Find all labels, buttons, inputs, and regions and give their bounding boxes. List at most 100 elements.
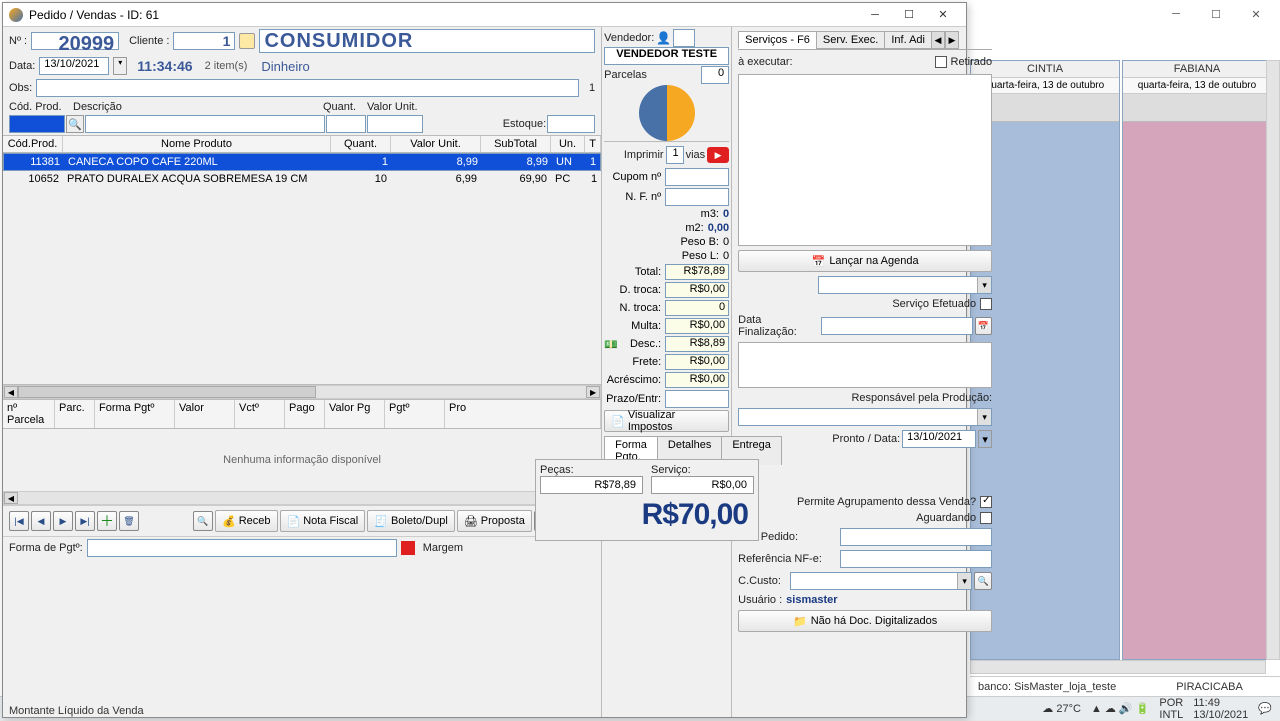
- svc-select-1[interactable]: ▾: [818, 276, 992, 294]
- vendedor-icon[interactable]: 👤: [656, 31, 671, 45]
- close-button[interactable]: ✕: [926, 4, 960, 26]
- aguard-checkbox[interactable]: [980, 512, 992, 524]
- tabs-right-arrow[interactable]: ▶: [945, 31, 959, 49]
- grid-hscroll[interactable]: ◀▶: [3, 385, 601, 399]
- product-grid-body[interactable]: 11381CANECA COPO CAFE 220ML18,998,99UN11…: [3, 153, 601, 385]
- person-icon[interactable]: [239, 33, 255, 49]
- ccusto-select[interactable]: ▾: [790, 572, 972, 590]
- tab-servicos[interactable]: Serviços - F6: [738, 31, 817, 49]
- search-valor-label: Valor Unit.: [367, 101, 418, 113]
- vias-field[interactable]: 1: [666, 146, 684, 164]
- agenda-vscroll[interactable]: [1266, 60, 1280, 660]
- numero-field[interactable]: 20999: [31, 32, 119, 50]
- nav-first-button[interactable]: |◀: [9, 511, 29, 531]
- minimize-button[interactable]: ─: [858, 4, 892, 26]
- boleto-button[interactable]: 🧾Boleto/Dupl: [367, 510, 455, 532]
- data-field[interactable]: 13/10/2021: [39, 57, 109, 75]
- tabs-left-arrow[interactable]: ◀: [931, 31, 945, 49]
- bg-minimize-button[interactable]: ─: [1156, 2, 1196, 26]
- tab-inf-adi[interactable]: Inf. Adi: [884, 31, 932, 49]
- cliente-id-field[interactable]: 1: [173, 32, 235, 50]
- add-button[interactable]: ＋: [97, 511, 117, 531]
- cupom-label: Cupom nº: [604, 171, 661, 183]
- search-valor-input[interactable]: [367, 115, 423, 133]
- permite-checkbox[interactable]: [980, 496, 992, 508]
- bg-maximize-button[interactable]: ☐: [1196, 2, 1236, 26]
- maximize-button[interactable]: ☐: [892, 4, 926, 26]
- notif-icon[interactable]: 💬: [1258, 702, 1272, 715]
- receb-button[interactable]: 💰Receb: [215, 510, 278, 532]
- app-icon: [9, 8, 23, 22]
- delete-button[interactable]: 🗑: [119, 511, 139, 531]
- search-desc-label: Descrição: [73, 101, 323, 113]
- cupom-field[interactable]: [665, 168, 729, 186]
- executar-list[interactable]: [738, 74, 992, 246]
- clock[interactable]: 11:4913/10/2021: [1193, 697, 1248, 721]
- obs-label: Obs:: [9, 82, 32, 94]
- resp-select[interactable]: ▾: [738, 408, 992, 426]
- status-banco: banco: SisMaster_loja_teste: [978, 681, 1116, 693]
- table-row[interactable]: 11381CANECA COPO CAFE 220ML18,998,99UN1: [3, 153, 601, 171]
- estoque-label: Estoque:: [503, 118, 546, 130]
- refnfe-field[interactable]: [840, 550, 992, 568]
- money-icon[interactable]: 💵: [604, 338, 618, 351]
- resp-label: Responsável pela Produção:: [851, 392, 992, 404]
- parcelas-field[interactable]: 0: [701, 66, 729, 84]
- nav-last-button[interactable]: ▶|: [75, 511, 95, 531]
- agenda-hscroll[interactable]: [970, 660, 1266, 674]
- desc-value[interactable]: R$8,89: [665, 336, 729, 352]
- prazo-field[interactable]: [665, 390, 729, 408]
- pronto-dropdown-icon[interactable]: ▾: [978, 430, 992, 448]
- forma-pgto-field[interactable]: [87, 539, 397, 557]
- gh-t: T: [585, 136, 601, 152]
- agenda-head-fabiana: FABIANA: [1123, 61, 1271, 78]
- estoque-field[interactable]: [547, 115, 595, 133]
- margem-indicator: [401, 541, 415, 555]
- data-label: Data:: [9, 60, 35, 72]
- obs-field[interactable]: [36, 79, 579, 97]
- search-desc-input[interactable]: [85, 115, 325, 133]
- date-dropdown-icon[interactable]: ▾: [113, 57, 127, 75]
- pronto-label: Pronto / Data:: [832, 433, 900, 445]
- print-button[interactable]: ▶: [707, 147, 729, 163]
- lancar-agenda-button[interactable]: 📅Lançar na Agenda: [738, 250, 992, 272]
- efetuado-checkbox[interactable]: [980, 298, 992, 310]
- pedido-vendas-window: Pedido / Vendas - ID: 61 ─ ☐ ✕ Nº : 2099…: [2, 2, 967, 718]
- table-row[interactable]: 10652PRATO DURALEX ACQUA SOBREMESA 19 CM…: [3, 171, 601, 187]
- gh-cod: Cód.Prod.: [3, 136, 63, 152]
- calendar-icon[interactable]: 📅: [975, 317, 992, 335]
- servico-label: Serviço:: [651, 464, 754, 476]
- weather-widget[interactable]: ☁ 27°C: [1042, 702, 1081, 715]
- retirado-checkbox[interactable]: [935, 56, 947, 68]
- search-quant-input[interactable]: [326, 115, 366, 133]
- nf-field[interactable]: [665, 188, 729, 206]
- lang-indicator[interactable]: PORINTL: [1159, 697, 1183, 721]
- pronto-field[interactable]: 13/10/2021: [902, 430, 976, 448]
- numero-label: Nº :: [9, 35, 27, 47]
- datafin-field[interactable]: [821, 317, 973, 335]
- tray-icons[interactable]: ▲ ☁ 🔊 🔋: [1091, 702, 1149, 715]
- proposta-button[interactable]: 🖨Proposta: [457, 510, 532, 532]
- parcelas-hscroll[interactable]: ◀▶: [3, 491, 601, 505]
- search-icon[interactable]: 🔍: [66, 115, 84, 133]
- agenda-col-fabiana[interactable]: FABIANA quarta-feira, 13 de outubro: [1122, 60, 1272, 660]
- nav-prev-button[interactable]: ◀: [31, 511, 51, 531]
- ccusto-search-icon[interactable]: 🔍: [974, 572, 992, 590]
- bg-close-button[interactable]: ✕: [1236, 2, 1276, 26]
- tab-serv-exec[interactable]: Serv. Exec.: [816, 31, 885, 49]
- seupedido-field[interactable]: [840, 528, 992, 546]
- docs-button[interactable]: 📁Não há Doc. Digitalizados: [738, 610, 992, 632]
- cliente-nome-field[interactable]: CONSUMIDOR: [259, 29, 595, 53]
- forma-pgto-label: Forma de Pgtº:: [9, 542, 83, 554]
- search-cod-input[interactable]: [9, 115, 65, 133]
- nav-next-button[interactable]: ▶: [53, 511, 73, 531]
- visualizar-impostos-button[interactable]: 📄Visualizar Impostos: [604, 410, 729, 432]
- nf-label: N. F. nº: [604, 191, 661, 203]
- nota-fiscal-button[interactable]: 📄Nota Fiscal: [280, 510, 366, 532]
- obs-count: 1: [589, 82, 595, 94]
- vendedor-id-field[interactable]: [673, 29, 695, 47]
- svc-notes[interactable]: [738, 342, 992, 388]
- gh-vu: Valor Unit.: [391, 136, 481, 152]
- vendedor-nome: VENDEDOR TESTE: [604, 47, 729, 65]
- search-button[interactable]: 🔍: [193, 511, 213, 531]
